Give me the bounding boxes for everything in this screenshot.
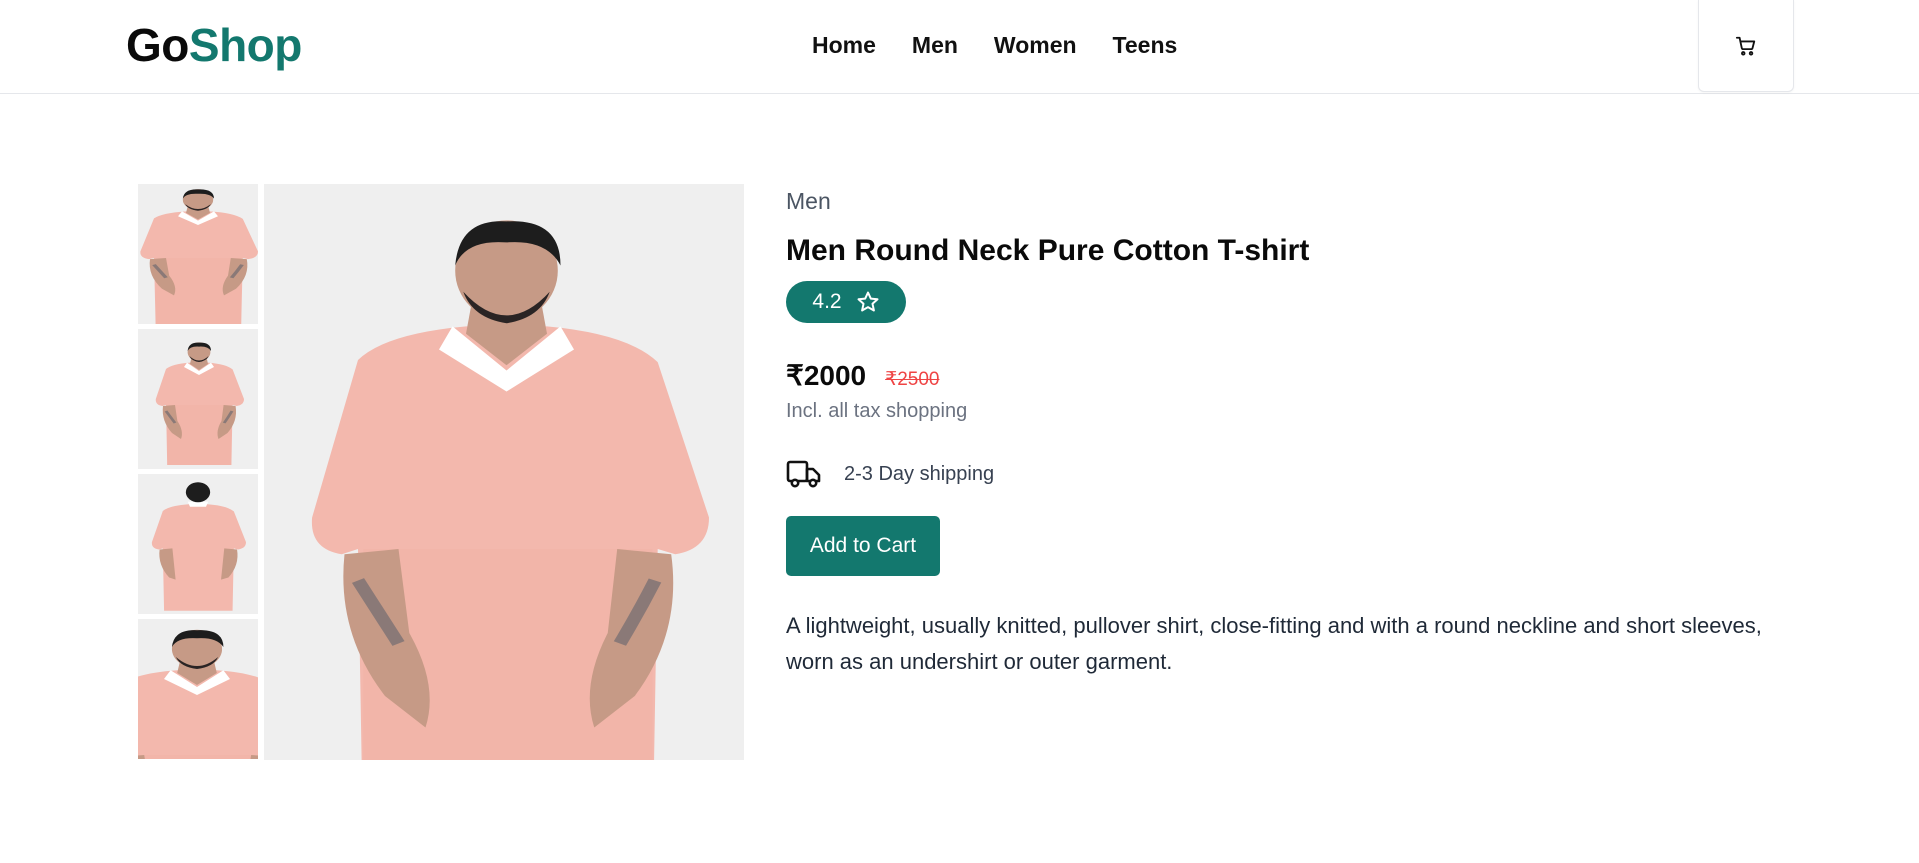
product-image-front	[138, 184, 258, 324]
brand-logo-go: Go	[126, 19, 189, 71]
thumbnail-front[interactable]	[138, 184, 258, 324]
product-image-closeup	[138, 619, 258, 759]
nav-item-teens[interactable]: Teens	[1113, 31, 1178, 59]
shipping-info: 2-3 Day shipping	[786, 459, 1796, 489]
main-nav: Home Men Women Teens	[812, 31, 1177, 59]
nav-item-women[interactable]: Women	[994, 31, 1077, 59]
site-header: GoShop Home Men Women Teens	[0, 0, 1919, 94]
brand-logo-shop: Shop	[188, 19, 302, 71]
rating-badge: 4.2	[786, 281, 906, 323]
nav-item-home[interactable]: Home	[812, 31, 876, 59]
rating-value: 4.2	[812, 290, 842, 313]
thumbnail-closeup[interactable]	[138, 619, 258, 759]
original-price: ₹2500	[885, 369, 940, 390]
product-image-side	[138, 329, 258, 469]
thumbnail-list	[138, 184, 258, 764]
thumbnail-side[interactable]	[138, 329, 258, 469]
product-description: A lightweight, usually knitted, pullover…	[786, 613, 1762, 674]
product-details: Men Men Round Neck Pure Cotton T-shirt 4…	[786, 186, 1796, 680]
product-image-back	[138, 474, 258, 614]
brand-logo[interactable]: GoShop	[126, 20, 302, 70]
product-image-main	[264, 184, 744, 760]
cart-icon	[1735, 36, 1756, 56]
shipping-text: 2-3 Day shipping	[844, 462, 995, 485]
price-row: ₹2000 ₹2500	[786, 359, 1796, 392]
current-price: ₹2000	[786, 360, 867, 391]
product-category[interactable]: Men	[786, 186, 1796, 216]
star-icon	[857, 291, 879, 312]
cart-button[interactable]	[1698, 0, 1794, 92]
truck-icon	[786, 460, 821, 488]
product-title: Men Round Neck Pure Cotton T-shirt	[786, 234, 1310, 267]
tax-note: Incl. all tax shopping	[786, 400, 968, 422]
main-product-image[interactable]	[264, 184, 744, 760]
nav-item-men[interactable]: Men	[912, 31, 958, 59]
thumbnail-back[interactable]	[138, 474, 258, 614]
add-to-cart-button[interactable]: Add to Cart	[786, 516, 940, 576]
